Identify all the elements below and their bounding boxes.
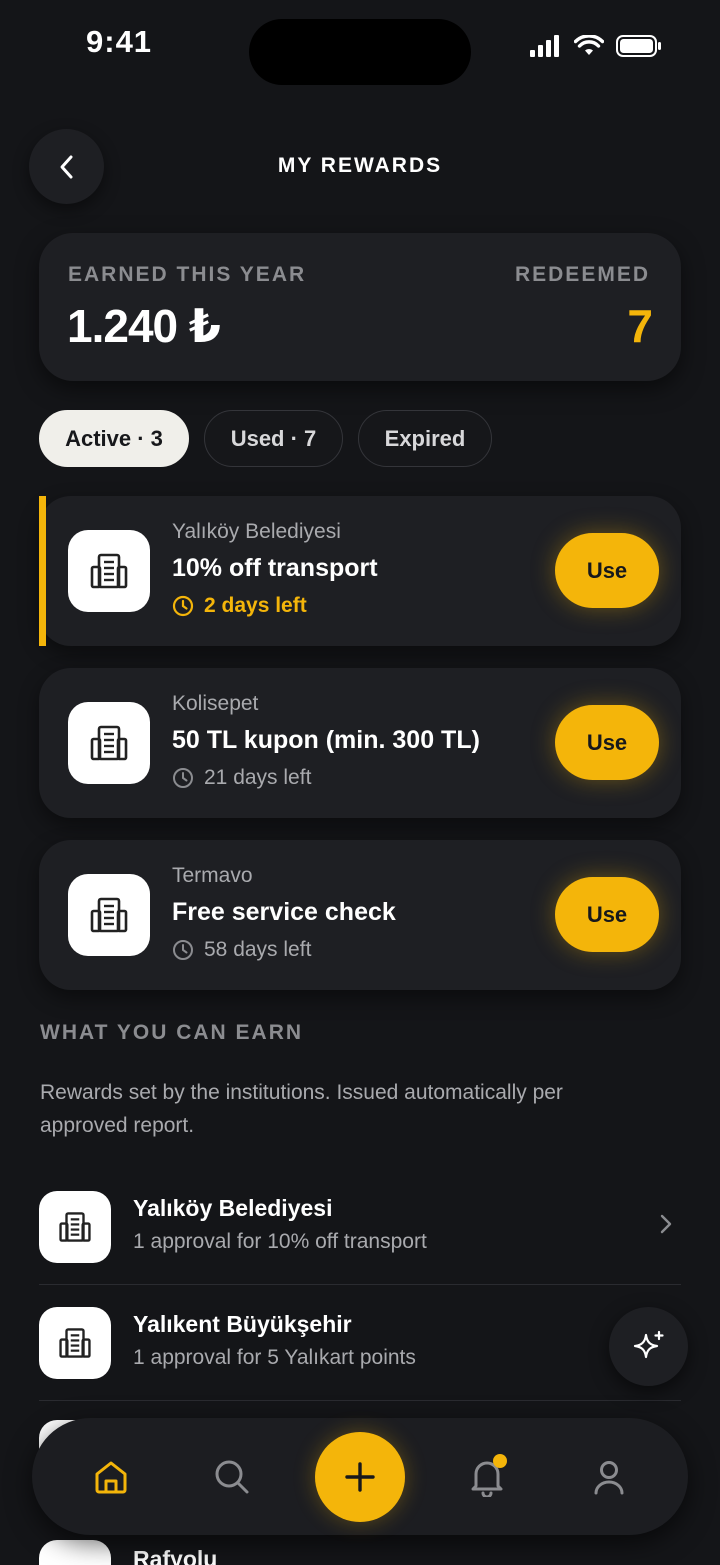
status-icons <box>530 35 662 57</box>
page-title: MY REWARDS <box>277 154 443 177</box>
building-icon <box>39 1307 111 1379</box>
use-button[interactable]: Use <box>555 705 659 780</box>
time-left-text: 21 days left <box>204 766 312 789</box>
earned-value: 1.240 ₺ <box>67 300 221 352</box>
reward-time-left: 58 days left <box>172 938 311 962</box>
reward-time-left: 2 days left <box>172 594 307 618</box>
clock-icon <box>173 940 193 960</box>
bottom-navigation <box>32 1418 688 1535</box>
plus-icon <box>345 1462 375 1492</box>
rewards-screen: 9:41 MY REWARDS EARNED THIS YEAR REDEEME… <box>0 0 720 1565</box>
earn-institution: Yalıköy Belediyesi <box>133 1195 333 1221</box>
earn-institution[interactable]: Rafyolu <box>133 1546 217 1565</box>
home-icon <box>95 1461 127 1493</box>
building-icon <box>68 530 150 612</box>
use-button[interactable]: Use <box>555 877 659 952</box>
tab-used[interactable]: Used · 7 <box>204 410 343 467</box>
user-icon <box>594 1460 624 1494</box>
reward-card[interactable]: Termavo Free service check 58 days left … <box>39 840 681 990</box>
ai-assist-button[interactable] <box>609 1307 688 1386</box>
tab-expired[interactable]: Expired <box>358 410 492 467</box>
earn-description: 1 approval for 5 Yalıkart points <box>133 1346 416 1369</box>
building-icon <box>68 874 150 956</box>
building-icon <box>39 1540 111 1565</box>
reward-org: Termavo <box>172 864 253 887</box>
building-icon <box>39 1191 111 1263</box>
reward-tabs: Active · 3 Used · 7 Expired <box>39 410 492 467</box>
section-title: WHAT YOU CAN EARN <box>40 1021 304 1044</box>
signal-icon <box>530 35 559 57</box>
section-description: Rewards set by the institutions. Issued … <box>40 1081 563 1137</box>
reward-org: Kolisepet <box>172 692 259 715</box>
sparkle-icon <box>633 1330 664 1358</box>
use-button[interactable]: Use <box>555 533 659 608</box>
earned-label: EARNED THIS YEAR <box>68 263 307 286</box>
reward-org: Yalıköy Belediyesi <box>172 520 341 543</box>
reward-title: Free service check <box>172 898 396 926</box>
earn-institution: Yalıkent Büyükşehir <box>133 1311 352 1337</box>
reward-title: 50 TL kupon (min. 300 TL) <box>172 726 480 754</box>
nav-search[interactable] <box>192 1418 272 1535</box>
nav-home[interactable] <box>71 1418 151 1535</box>
battery-icon <box>616 35 661 57</box>
clock-icon <box>173 768 193 788</box>
search-icon <box>215 1460 249 1493</box>
notification-badge <box>493 1454 507 1468</box>
clock-icon <box>172 595 194 617</box>
nav-profile[interactable] <box>569 1418 649 1535</box>
reward-title: 10% off transport <box>172 554 378 582</box>
wifi-icon <box>574 35 604 55</box>
earn-list-item[interactable]: Yalıkent Büyükşehir 1 approval for 5 Yal… <box>39 1285 681 1401</box>
redeemed-label: REDEEMED <box>514 263 650 286</box>
earn-description: 1 approval for 10% off transport <box>133 1230 427 1253</box>
redeemed-value: 7 <box>627 300 653 352</box>
nav-notifications[interactable] <box>447 1418 527 1535</box>
status-time: 9:41 <box>86 24 153 59</box>
reward-card[interactable]: Kolisepet 50 TL kupon (min. 300 TL) 21 d… <box>39 668 681 818</box>
time-left-text: 2 days left <box>204 594 307 617</box>
chevron-right-icon <box>660 1214 672 1234</box>
add-report-button[interactable] <box>315 1432 405 1522</box>
tab-active[interactable]: Active · 3 <box>39 410 189 467</box>
time-left-text: 58 days left <box>204 938 312 961</box>
reward-card[interactable]: Yalıköy Belediyesi 10% off transport 2 d… <box>39 496 681 646</box>
building-icon <box>68 702 150 784</box>
dynamic-island <box>249 19 471 85</box>
earn-list-item[interactable]: Yalıköy Belediyesi 1 approval for 10% of… <box>39 1169 681 1285</box>
rewards-summary-card: EARNED THIS YEAR REDEEMED 1.240 ₺ 7 <box>39 233 681 381</box>
reward-time-left: 21 days left <box>172 766 311 790</box>
